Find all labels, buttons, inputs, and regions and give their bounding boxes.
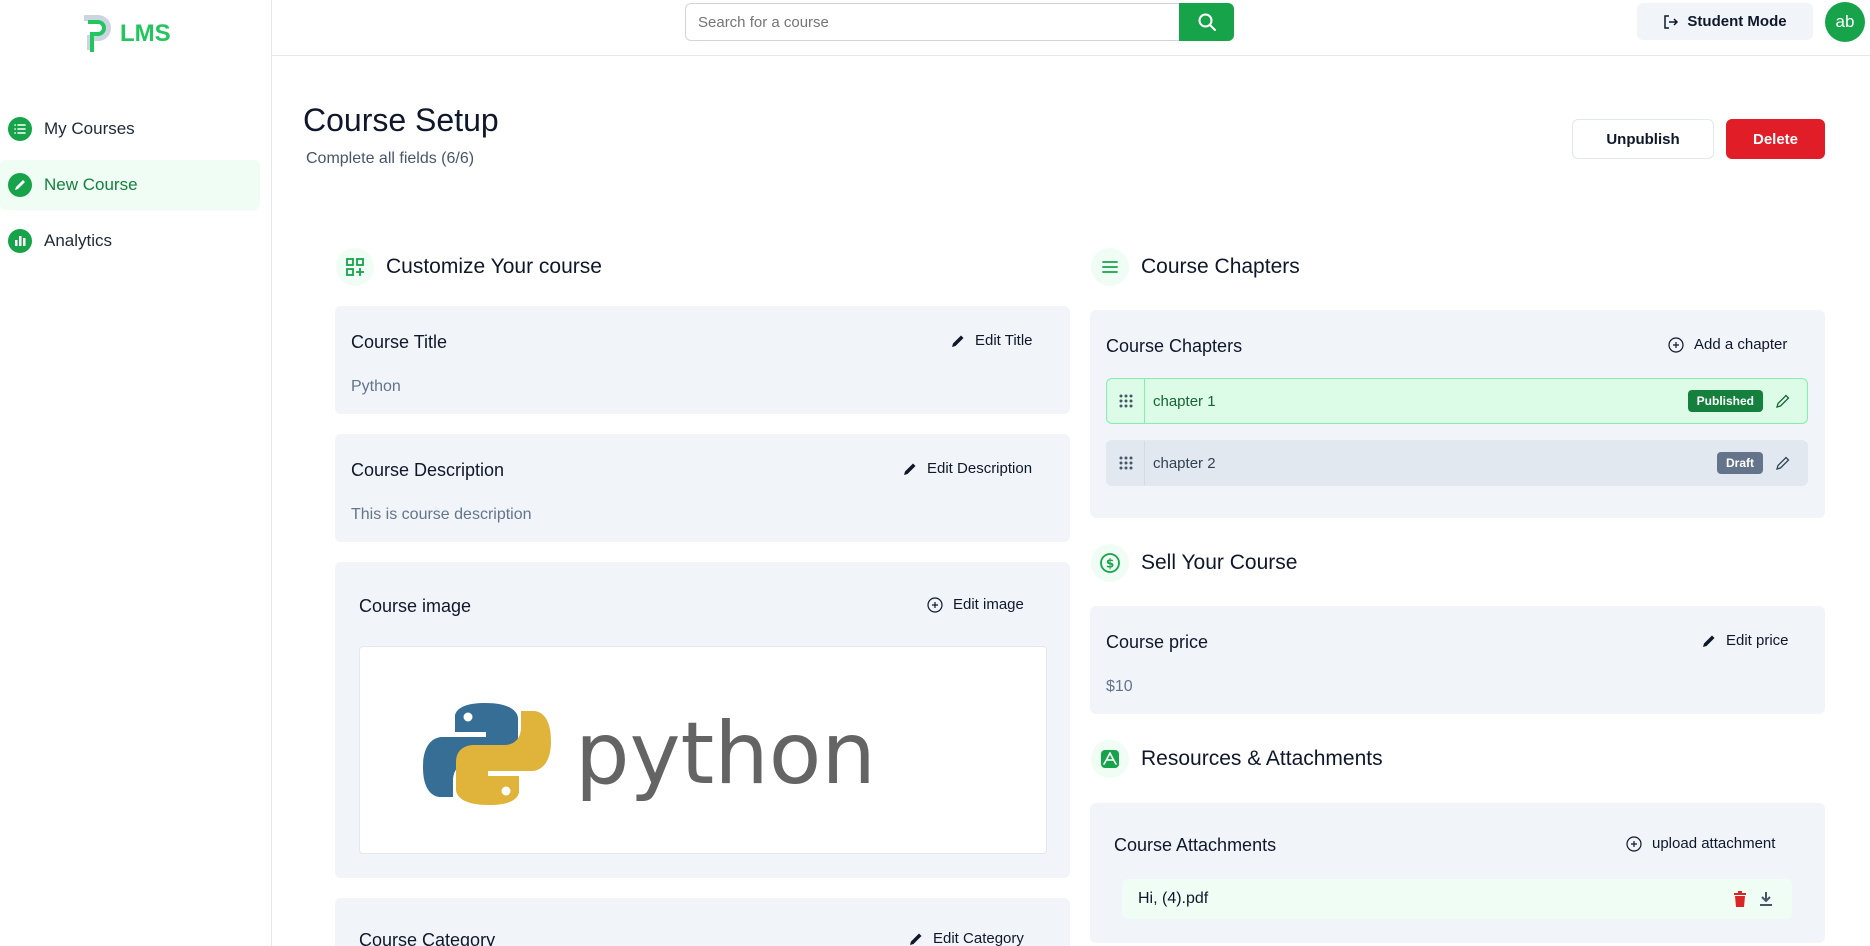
resources-heading: Resources & Attachments (1141, 747, 1383, 770)
logo[interactable]: LMS (80, 14, 171, 54)
logo-text: LMS (120, 20, 171, 47)
pencil-icon (1703, 635, 1715, 647)
logout-icon (1664, 14, 1679, 29)
course-description-card: Course Description Edit Description This… (335, 434, 1070, 542)
edit-title-button[interactable]: Edit Title (951, 332, 1033, 349)
unpublish-button[interactable]: Unpublish (1572, 119, 1714, 159)
edit-description-label: Edit Description (927, 460, 1033, 477)
download-icon[interactable] (1756, 889, 1776, 909)
completion-status: Complete all fields (6/6) (306, 150, 475, 167)
avatar[interactable]: ab (1825, 2, 1865, 42)
list-checks-icon (1091, 248, 1129, 286)
course-title-card: Course Title Edit Title Python (335, 306, 1070, 414)
customize-section-header: Customize Your course (336, 248, 602, 286)
edit-price-button[interactable]: Edit price (1702, 632, 1789, 649)
chapters-heading: Course Chapters (1141, 255, 1300, 278)
customize-heading: Customize Your course (386, 255, 602, 278)
course-price-card: Course price Edit price $10 (1090, 606, 1825, 714)
course-category-label: Course Category (359, 930, 496, 946)
attachment-name: Hi, (4).pdf (1138, 890, 1209, 907)
grip-vertical-icon[interactable] (1107, 379, 1145, 423)
sidebar-item-label: My Courses (44, 119, 135, 138)
course-description-label: Course Description (351, 460, 505, 480)
course-price-label: Course price (1106, 632, 1209, 652)
chapter-title: chapter 1 (1153, 392, 1216, 410)
course-image: python (359, 646, 1047, 854)
resources-section-header: Resources & Attachments (1091, 740, 1383, 778)
layout-dashboard-icon (336, 248, 374, 286)
plus-circle-icon (1668, 336, 1684, 353)
pencil-icon (910, 933, 922, 945)
edit-description-button[interactable]: Edit Description (903, 460, 1032, 477)
sidebar: LMS My Courses New Course Analytics (0, 0, 272, 946)
file-pdf-icon (1091, 740, 1129, 778)
course-attachments-card: Course Attachments upload attachment Hi,… (1090, 803, 1825, 943)
trash-icon[interactable] (1730, 889, 1750, 909)
chapter-row[interactable]: chapter 1 Published (1106, 378, 1808, 424)
pencil-icon (8, 173, 32, 197)
dollar-circle-icon: $ (1091, 544, 1129, 582)
python-logo: python (423, 703, 876, 805)
course-attachments-label: Course Attachments (1114, 835, 1277, 855)
course-title-value: Python (351, 378, 401, 395)
edit-category-label: Edit Category (933, 930, 1024, 946)
chapters-section-header: Course Chapters (1091, 248, 1300, 286)
app-root: LMS My Courses New Course Analytics Sear… (0, 0, 1870, 946)
course-category-card: Course Category Edit Category (335, 898, 1070, 946)
sidebar-item-label: New Course (44, 175, 138, 194)
topbar: Student Mode ab (272, 0, 1870, 56)
pencil-icon (952, 335, 964, 347)
sidebar-item-analytics[interactable]: Analytics (0, 216, 260, 266)
attachment-row: Hi, (4).pdf (1122, 879, 1792, 919)
list-icon (8, 117, 32, 141)
course-price-value: $10 (1106, 678, 1133, 695)
upload-attachment-label: upload attachment (1652, 835, 1776, 852)
status-badge: Published (1687, 390, 1763, 412)
add-chapter-label: Add a chapter (1694, 336, 1788, 353)
edit-image-button[interactable]: Edit image (927, 596, 1024, 613)
search-icon (1198, 13, 1216, 31)
plus-circle-icon (927, 596, 943, 613)
sidebar-item-new-course[interactable]: New Course (0, 160, 260, 210)
grip-vertical-icon[interactable] (1107, 441, 1145, 485)
edit-price-label: Edit price (1726, 632, 1789, 649)
edit-title-label: Edit Title (975, 332, 1033, 349)
logo-icon (84, 15, 111, 52)
bar-chart-icon (8, 229, 32, 253)
course-chapters-label: Course Chapters (1106, 336, 1243, 356)
sidebar-item-label: Analytics (44, 231, 113, 250)
sell-heading: Sell Your Course (1141, 551, 1298, 574)
student-mode-button[interactable]: Student Mode (1637, 3, 1813, 40)
course-title-label: Course Title (351, 332, 448, 352)
delete-button[interactable]: Delete (1726, 119, 1825, 159)
pencil-icon (904, 463, 916, 475)
course-description-value: This is course description (351, 506, 532, 523)
course-image-card: Course image Edit image python (335, 562, 1070, 878)
status-badge: Draft (1716, 452, 1763, 474)
svg-text:$: $ (1106, 557, 1114, 571)
search-button[interactable] (1179, 3, 1234, 41)
upload-attachment-button[interactable]: upload attachment (1626, 835, 1775, 852)
course-image-label: Course image (359, 596, 472, 616)
add-chapter-button[interactable]: Add a chapter (1668, 336, 1787, 353)
page-title: Course Setup (303, 102, 499, 138)
edit-category-button[interactable]: Edit Category (909, 930, 1024, 946)
pencil-icon[interactable] (1773, 391, 1793, 411)
search-input[interactable] (685, 3, 1197, 41)
plus-circle-icon (1626, 835, 1642, 852)
python-wordmark: python (575, 704, 876, 804)
chapter-title: chapter 2 (1153, 454, 1216, 472)
edit-image-label: Edit image (953, 596, 1024, 613)
chapter-row[interactable]: chapter 2 Draft (1106, 440, 1808, 486)
course-chapters-card: Course Chapters Add a chapter chapter 1 … (1090, 310, 1825, 518)
student-mode-label: Student Mode (1687, 13, 1787, 30)
pencil-icon[interactable] (1773, 453, 1793, 473)
sidebar-nav: My Courses New Course Analytics (0, 104, 260, 272)
sell-section-header: $ Sell Your Course (1091, 544, 1297, 582)
sidebar-item-my-courses[interactable]: My Courses (0, 104, 260, 154)
